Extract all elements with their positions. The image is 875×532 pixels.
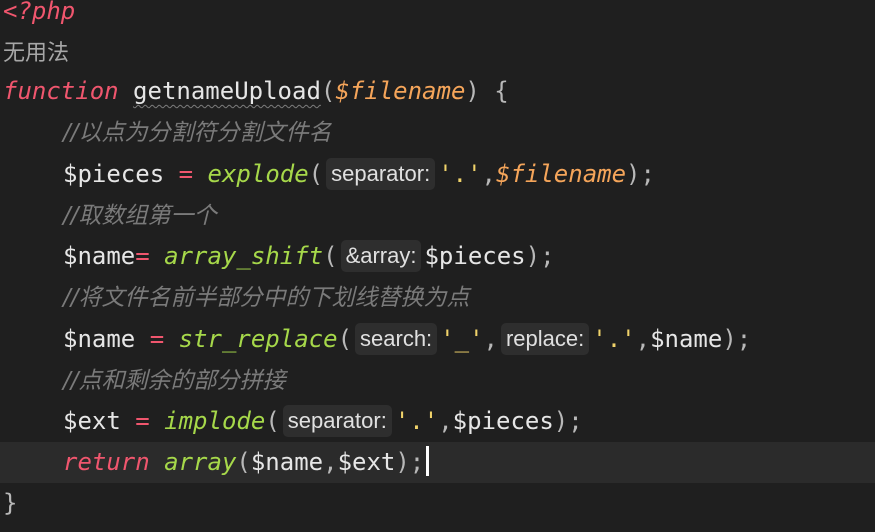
function-call[interactable]: explode	[208, 160, 309, 188]
paren: (	[323, 242, 338, 270]
comma: ,	[483, 325, 498, 353]
parameter-ref[interactable]: $filename	[496, 160, 626, 188]
paren: (	[236, 448, 251, 476]
function-keyword: function	[3, 77, 119, 105]
closing-brace: }	[3, 489, 18, 517]
variable[interactable]: $ext	[338, 448, 396, 476]
statement-end: );	[722, 325, 752, 353]
code-line-12[interactable]: }	[0, 483, 875, 524]
comment: //取数组第一个	[63, 203, 217, 229]
parameter-hint: replace:	[500, 323, 590, 355]
operator: =	[135, 325, 179, 353]
usage-hint: 无用法	[3, 41, 70, 66]
function-name[interactable]: getnameUpload	[133, 77, 321, 105]
string-literal: '.'	[438, 160, 482, 188]
comma: ,	[481, 160, 496, 188]
operator: =	[164, 160, 208, 188]
comment: //将文件名前半部分中的下划线替换为点	[63, 285, 470, 311]
code-line-4[interactable]: $pieces = explode(separator: '.',$filenam…	[0, 154, 875, 195]
parameter-hint: separator:	[326, 158, 436, 190]
variable[interactable]: $name	[63, 325, 135, 353]
comma: ,	[438, 407, 453, 435]
paren: (	[337, 325, 353, 353]
operator: =	[135, 242, 165, 270]
parameter-hint: separator:	[282, 405, 392, 437]
variable[interactable]: $pieces	[453, 407, 554, 435]
statement-end: );	[525, 242, 555, 270]
function-call[interactable]: array	[164, 448, 236, 476]
paren: (	[320, 77, 336, 105]
code-line-5[interactable]: //取数组第一个	[0, 195, 875, 236]
variable[interactable]: $pieces	[424, 242, 525, 270]
parameter-hint: search:	[355, 323, 438, 355]
operator: =	[120, 407, 165, 435]
string-literal: '.'	[592, 325, 636, 353]
comma: ,	[635, 325, 651, 353]
return-keyword: return	[63, 448, 150, 476]
code-editor[interactable]: <?php 无用法 function getnameUpload($filena…	[0, 0, 875, 532]
variable[interactable]: $name	[650, 325, 722, 353]
comment: //点和剩余的部分拼接	[63, 368, 286, 394]
code-line-6[interactable]: $name= array_shift(&array: $pieces);	[0, 236, 875, 277]
string-literal: '_'	[440, 325, 484, 353]
statement-end: );	[626, 160, 655, 188]
function-parameter[interactable]: $filename	[335, 77, 465, 105]
paren-brace: ) {	[465, 77, 509, 105]
code-line-7[interactable]: //将文件名前半部分中的下划线替换为点	[0, 277, 875, 318]
variable[interactable]: $name	[63, 242, 135, 270]
comment: //以点为分割符分割文件名	[63, 120, 332, 146]
statement-end: );	[553, 407, 583, 435]
paren: (	[265, 407, 280, 435]
function-call[interactable]: implode	[164, 407, 265, 435]
text-caret	[426, 446, 430, 476]
code-line-10[interactable]: $ext = implode(separator: '.',$pieces);	[0, 401, 875, 442]
code-line-usage-note: 无用法	[0, 32, 875, 73]
function-call[interactable]: str_replace	[179, 325, 338, 353]
parameter-hint: &array:	[340, 240, 422, 272]
code-line-8[interactable]: $name = str_replace(search: '_', replace: '…	[0, 319, 875, 360]
function-call[interactable]: array_shift	[164, 242, 323, 270]
code-line-2[interactable]: function getnameUpload($filename) {	[0, 71, 875, 112]
variable[interactable]: $pieces	[63, 160, 164, 188]
string-literal: '.'	[394, 407, 439, 435]
comma: ,	[323, 448, 338, 476]
php-open-tag: <?php	[3, 0, 76, 25]
statement-end: );	[395, 448, 425, 476]
variable[interactable]: $name	[251, 448, 323, 476]
code-line-3[interactable]: //以点为分割符分割文件名	[0, 112, 875, 153]
variable[interactable]: $ext	[63, 407, 121, 435]
paren: (	[308, 160, 324, 188]
code-line-11-current[interactable]: return array($name,$ext);	[0, 442, 875, 483]
code-line-9[interactable]: //点和剩余的部分拼接	[0, 360, 875, 401]
code-line-1[interactable]: <?php	[0, 0, 875, 32]
